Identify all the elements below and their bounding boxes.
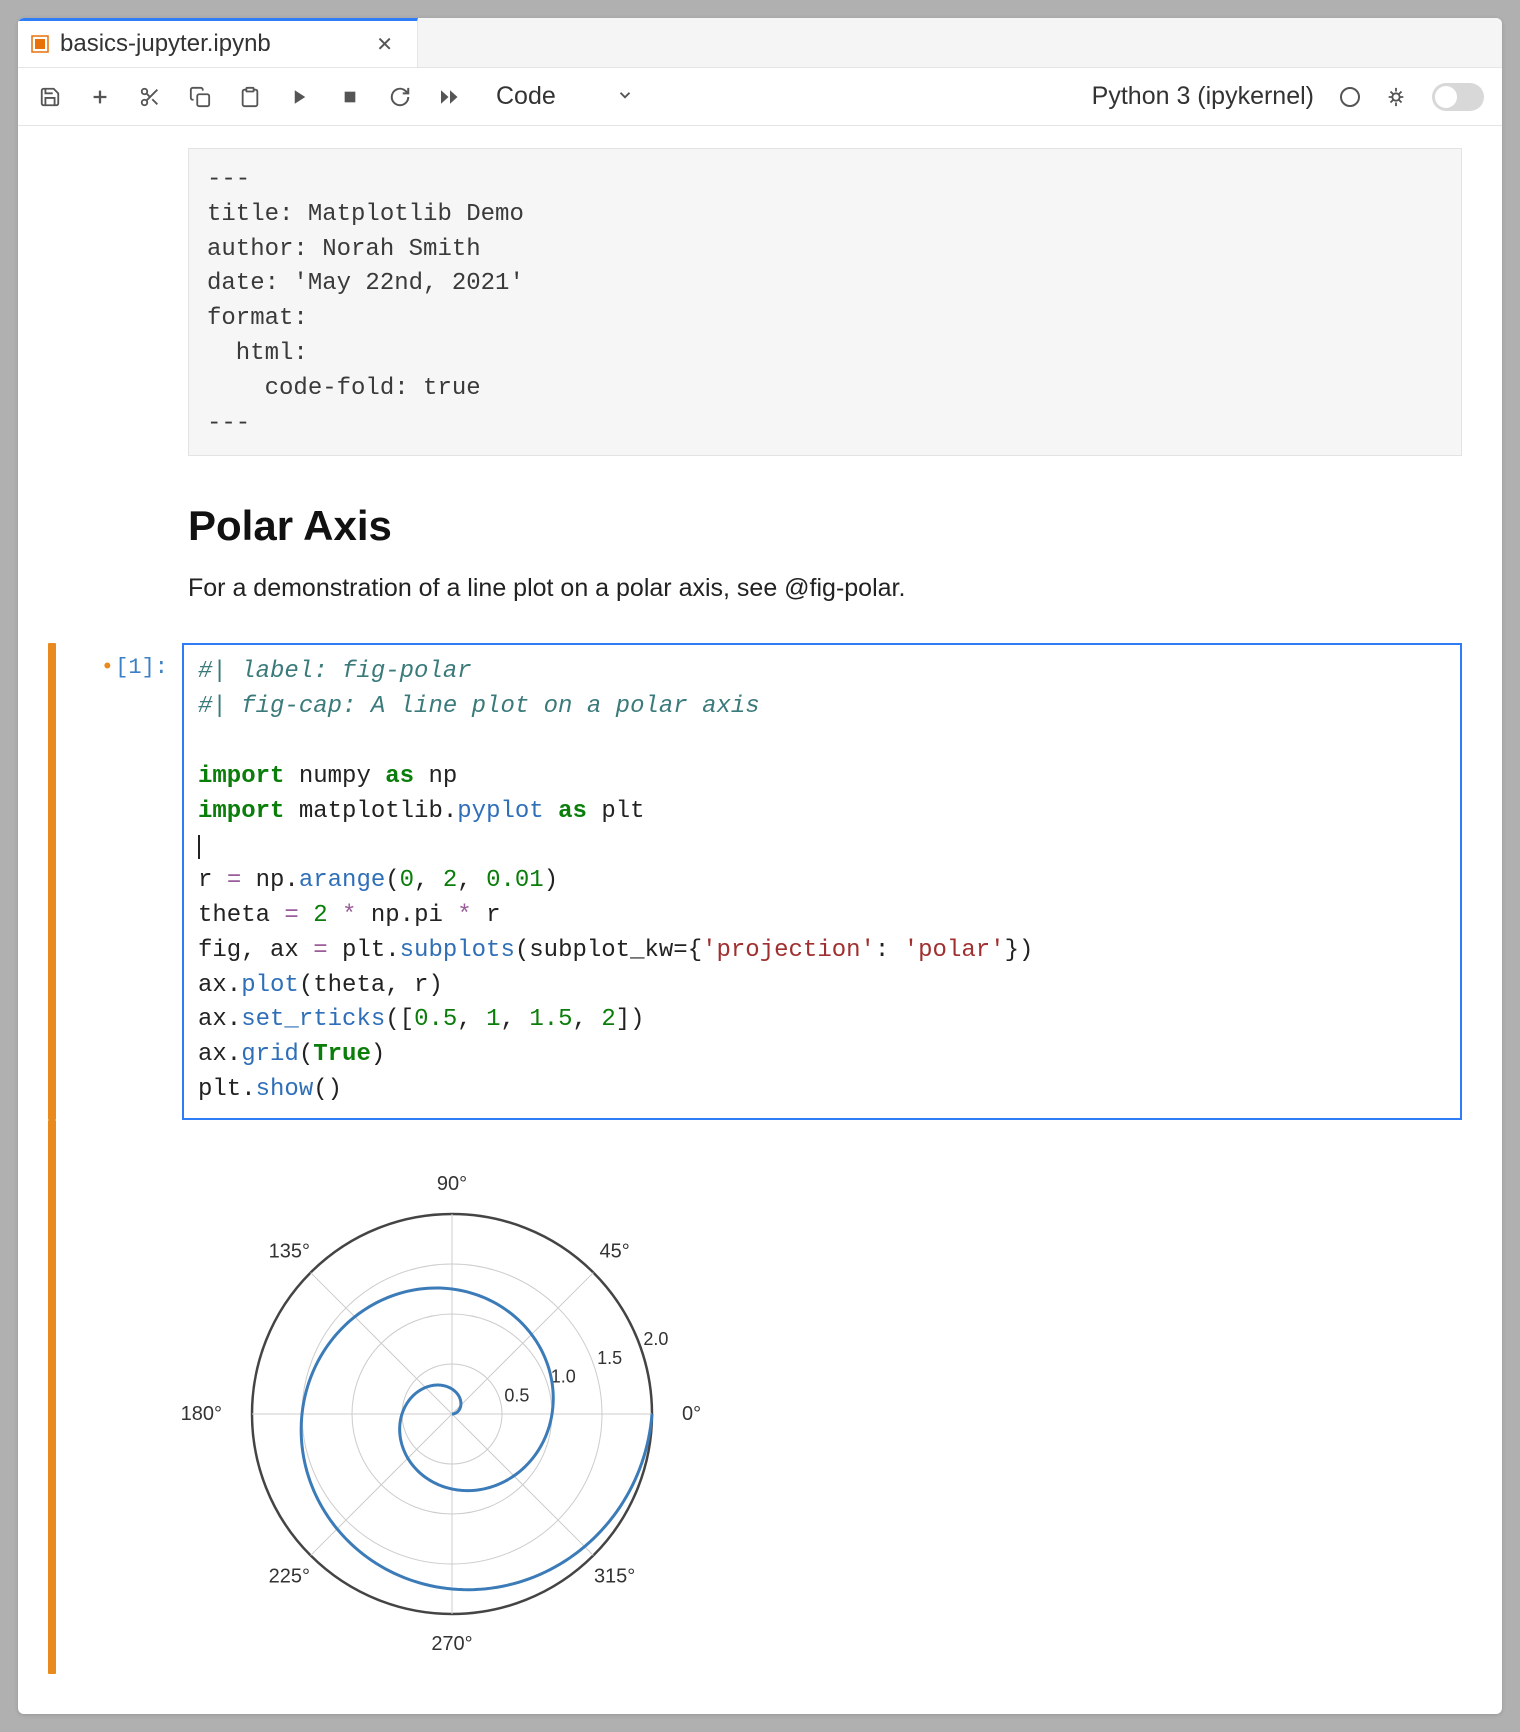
kernel-name[interactable]: Python 3 (ipykernel) (1092, 82, 1314, 111)
restart-icon[interactable] (386, 83, 414, 111)
svg-text:0.5: 0.5 (504, 1385, 529, 1405)
text-cursor (198, 835, 200, 859)
prompt-area: •[1]: (64, 643, 182, 1119)
tab-title: basics-jupyter.ipynb (60, 30, 360, 58)
svg-text:1.0: 1.0 (551, 1366, 576, 1386)
stop-icon[interactable] (336, 83, 364, 111)
save-icon[interactable] (36, 83, 64, 111)
notebook-window: basics-jupyter.ipynb ✕ (18, 18, 1502, 1714)
raw-yaml-cell[interactable]: --- title: Matplotlib Demo author: Norah… (188, 148, 1462, 456)
add-cell-icon[interactable] (86, 83, 114, 111)
svg-text:180°: 180° (182, 1403, 222, 1425)
cell-type-select[interactable]: Code (496, 82, 634, 111)
kernel-status-icon[interactable] (1340, 87, 1360, 107)
svg-text:90°: 90° (437, 1173, 467, 1195)
markdown-heading[interactable]: Polar Axis (188, 502, 1472, 550)
unsaved-dot-icon: • (103, 653, 111, 678)
notebook-body: --- title: Matplotlib Demo author: Norah… (18, 126, 1502, 1714)
svg-text:0°: 0° (682, 1403, 701, 1425)
run-all-icon[interactable] (436, 83, 464, 111)
run-icon[interactable] (286, 83, 314, 111)
svg-text:45°: 45° (600, 1240, 630, 1262)
output-cell: 0° 45° 90° 135° 180° 225° 270° 315° 0.5 1.0 1.5 2.0 (48, 1120, 1472, 1674)
cell-active-indicator (48, 643, 56, 1119)
svg-text:225°: 225° (269, 1565, 310, 1587)
output-active-indicator (48, 1120, 56, 1674)
chevron-down-icon (616, 82, 634, 111)
tab-bar: basics-jupyter.ipynb ✕ (18, 18, 1502, 68)
code-editor[interactable]: #| label: fig-polar #| fig-cap: A line p… (182, 643, 1462, 1119)
svg-text:2.0: 2.0 (643, 1329, 668, 1349)
debug-icon[interactable] (1382, 83, 1410, 111)
output-area: 0° 45° 90° 135° 180° 225° 270° 315° 0.5 1.0 1.5 2.0 (182, 1120, 1472, 1674)
execution-count: [1]: (115, 655, 168, 680)
polar-plot: 0° 45° 90° 135° 180° 225° 270° 315° 0.5 1.0 1.5 2.0 (182, 1134, 742, 1674)
svg-text:1.5: 1.5 (597, 1348, 622, 1368)
cell-type-label: Code (496, 82, 556, 111)
toolbar: Code Python 3 (ipykernel) (18, 68, 1502, 126)
copy-icon[interactable] (186, 83, 214, 111)
close-icon[interactable]: ✕ (370, 32, 399, 57)
markdown-paragraph[interactable]: For a demonstration of a line plot on a … (188, 574, 1472, 603)
paste-icon[interactable] (236, 83, 264, 111)
svg-text:135°: 135° (269, 1240, 310, 1262)
svg-text:315°: 315° (594, 1565, 635, 1587)
toggle-switch[interactable] (1432, 83, 1484, 111)
tab-active[interactable]: basics-jupyter.ipynb ✕ (18, 18, 418, 67)
code-cell: •[1]: #| label: fig-polar #| fig-cap: A … (48, 643, 1472, 1119)
cut-icon[interactable] (136, 83, 164, 111)
notebook-file-icon (30, 34, 50, 54)
svg-text:270°: 270° (431, 1633, 472, 1655)
